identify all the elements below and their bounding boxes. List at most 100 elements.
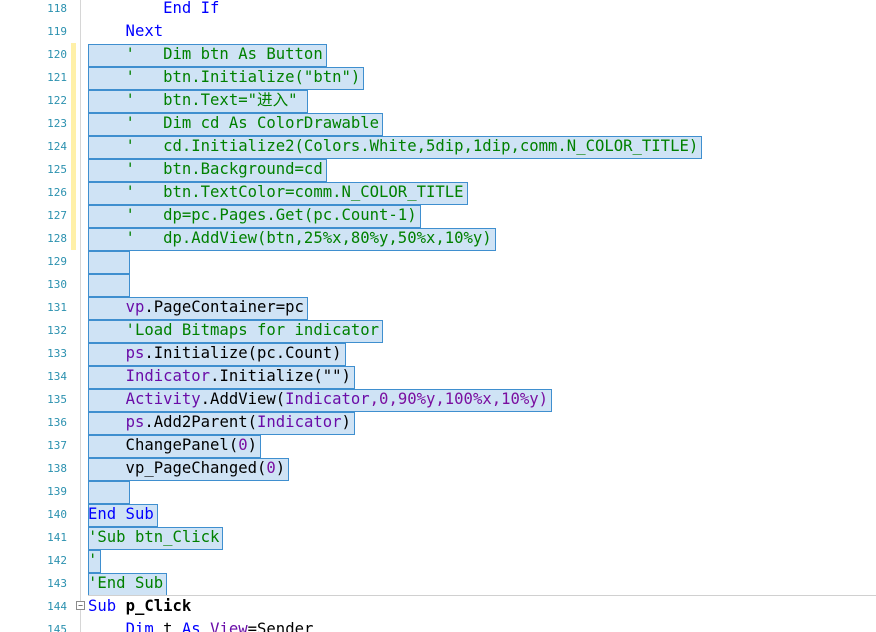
code-token: ' btn.Text="进入"	[88, 91, 298, 109]
code-text: Sub p_Click	[88, 595, 191, 618]
code-token: ps	[125, 413, 145, 431]
code-token: .Initialize(pc.Count)	[144, 344, 342, 362]
code-line[interactable]: 124 ' cd.Initialize2(Colors.White,5dip,1…	[0, 135, 876, 158]
change-marker	[71, 158, 76, 181]
change-marker	[71, 480, 76, 503]
code-line[interactable]: 123 ' Dim cd As ColorDrawable	[0, 112, 876, 135]
code-line[interactable]: 132 'Load Bitmaps for indicator	[0, 319, 876, 342]
code-text: 'Load Bitmaps for indicator	[88, 319, 380, 342]
code-line[interactable]: 121 ' btn.Initialize("btn")	[0, 66, 876, 89]
line-number: 131	[47, 301, 67, 314]
change-marker	[71, 204, 76, 227]
code-line[interactable]: 143 'End Sub	[0, 572, 876, 595]
code-token: =Sender	[247, 620, 314, 632]
change-marker	[71, 503, 76, 526]
fold-collapse-icon[interactable]: −	[76, 601, 85, 610]
code-token: .Initialize("")	[210, 367, 351, 385]
code-text: ' dp.AddView(btn,25%x,80%y,50%x,10%y)	[88, 227, 492, 250]
code-token: p_Click	[125, 597, 192, 615]
code-line[interactable]: 126 ' btn.TextColor=comm.N_COLOR_TITLE	[0, 181, 876, 204]
code-text: '	[88, 549, 97, 572]
code-token: ' btn.Initialize("btn")	[88, 68, 361, 86]
change-marker	[71, 434, 76, 457]
code-token: t	[153, 620, 182, 632]
code-line[interactable]: 141 'Sub btn_Click	[0, 526, 876, 549]
code-text: ' btn.Text="进入"	[88, 89, 298, 112]
code-line[interactable]: 120 ' Dim btn As Button	[0, 43, 876, 66]
code-text: ' dp=pc.Pages.Get(pc.Count-1)	[88, 204, 417, 227]
line-number: 124	[47, 140, 67, 153]
code-token: )	[341, 413, 351, 431]
line-number: 141	[47, 531, 67, 544]
code-line[interactable]: 130	[0, 273, 876, 296]
code-line[interactable]: 136 ps.Add2Parent(Indicator)	[0, 411, 876, 434]
code-line[interactable]: 135 Activity.AddView(Indicator,0,90%y,10…	[0, 388, 876, 411]
code-token: vp_PageChanged(	[88, 459, 267, 477]
code-token: ps	[125, 344, 145, 362]
code-text: ' btn.Background=cd	[88, 158, 323, 181]
code-line[interactable]: 137 ChangePanel(0)	[0, 434, 876, 457]
line-number: 137	[47, 439, 67, 452]
change-marker	[71, 0, 76, 20]
code-text: ' cd.Initialize2(Colors.White,5dip,1dip,…	[88, 135, 699, 158]
code-token: )	[275, 459, 286, 477]
code-line[interactable]: 138 vp_PageChanged(0)	[0, 457, 876, 480]
line-number: 133	[47, 347, 67, 360]
code-text: Indicator.Initialize("")	[88, 365, 351, 388]
code-token: Indicator	[285, 390, 370, 408]
change-marker	[71, 388, 76, 411]
code-token: View	[210, 620, 248, 632]
code-token: 'Sub btn_Click	[88, 528, 220, 546]
code-text: End Sub	[88, 503, 154, 526]
line-number: 135	[47, 393, 67, 406]
code-line[interactable]: 142 '	[0, 549, 876, 572]
line-number: 127	[47, 209, 67, 222]
code-line[interactable]: 119 Next	[0, 20, 876, 43]
change-marker	[71, 112, 76, 135]
change-marker	[71, 135, 76, 158]
code-token: ,0,90%y,100%x,10%y)	[369, 390, 549, 408]
code-token: Sub	[88, 597, 126, 615]
code-token: End If	[88, 0, 220, 17]
code-line[interactable]: 133 ps.Initialize(pc.Count)	[0, 342, 876, 365]
code-line[interactable]: 118 End If	[0, 0, 876, 20]
change-marker	[71, 181, 76, 204]
code-text: Next	[88, 20, 164, 43]
code-text: vp_PageChanged(0)	[88, 457, 286, 480]
change-marker	[71, 549, 76, 572]
code-token: .PageContainer=pc	[144, 298, 304, 316]
code-line[interactable]: 139	[0, 480, 876, 503]
line-number: 145	[47, 623, 67, 632]
line-number: 140	[47, 508, 67, 521]
line-number: 122	[47, 94, 67, 107]
code-line[interactable]: 140 End Sub	[0, 503, 876, 526]
change-marker	[71, 20, 76, 43]
line-number: 129	[47, 255, 67, 268]
change-marker	[71, 457, 76, 480]
code-text: ' btn.TextColor=comm.N_COLOR_TITLE	[88, 181, 464, 204]
change-marker	[71, 526, 76, 549]
code-line[interactable]: 144− Sub p_Click	[0, 595, 876, 618]
code-line[interactable]: 127 ' dp=pc.Pages.Get(pc.Count-1)	[0, 204, 876, 227]
change-marker	[71, 342, 76, 365]
code-line[interactable]: 129	[0, 250, 876, 273]
code-editor[interactable]: 118 End If 119 Next 120 ' Dim btn As Butto…	[0, 0, 876, 632]
code-line[interactable]: 131 vp.PageContainer=pc	[0, 296, 876, 319]
change-marker	[71, 572, 76, 595]
code-line[interactable]: 125 ' btn.Background=cd	[0, 158, 876, 181]
code-line[interactable]: 134 Indicator.Initialize("")	[0, 365, 876, 388]
code-line[interactable]: 145 Dim t As View=Sender	[0, 618, 876, 632]
change-marker	[71, 618, 76, 632]
change-marker	[71, 411, 76, 434]
code-token: .AddView(	[200, 390, 286, 408]
change-marker	[71, 365, 76, 388]
line-number: 120	[47, 48, 67, 61]
code-line[interactable]: 128 ' dp.AddView(btn,25%x,80%y,50%x,10%y…	[0, 227, 876, 250]
line-number: 121	[47, 71, 67, 84]
code-line[interactable]: 122 ' btn.Text="进入"	[0, 89, 876, 112]
change-marker	[71, 273, 76, 296]
code-text: End If	[88, 0, 219, 20]
